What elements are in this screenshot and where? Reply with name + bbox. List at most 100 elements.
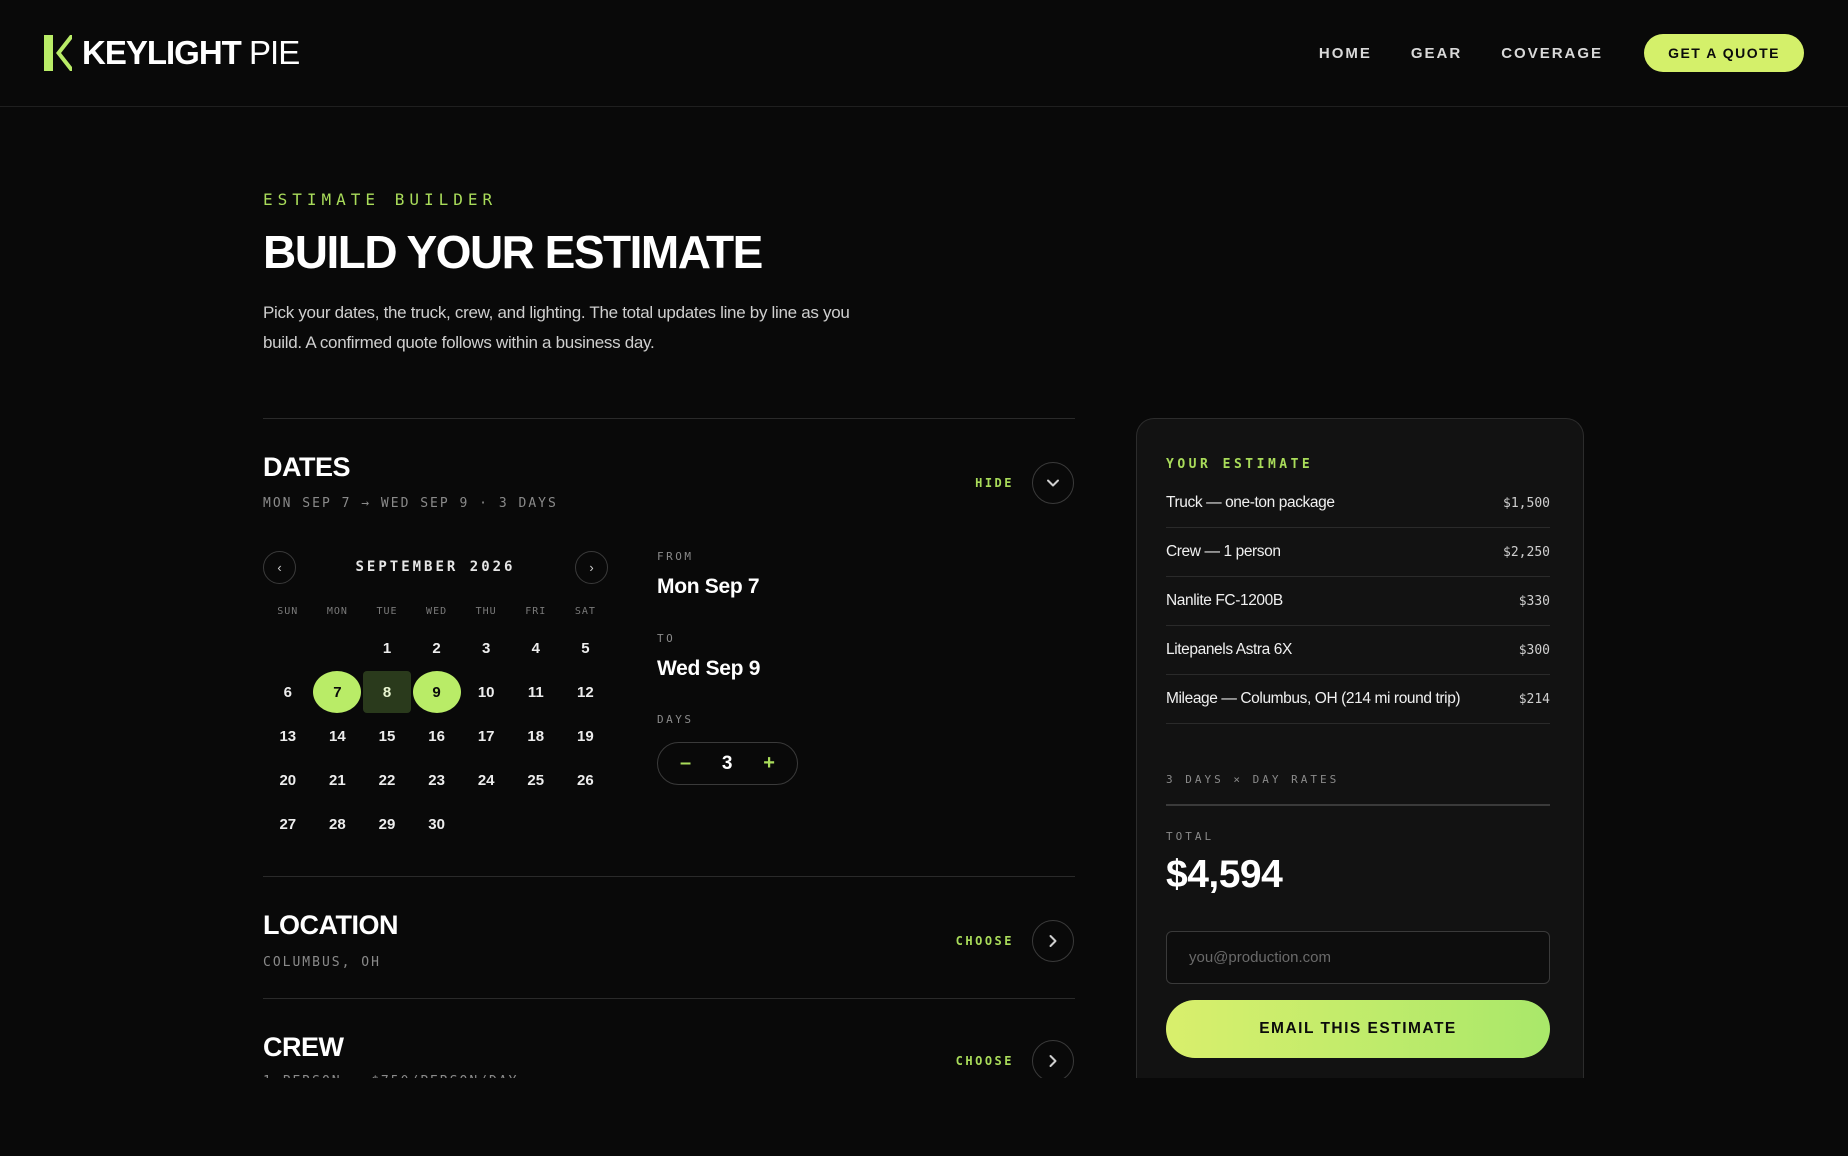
calendar-day-12[interactable]: 12 — [561, 671, 611, 713]
section-divider — [263, 418, 1075, 419]
calendar-day-17[interactable]: 17 — [461, 715, 511, 757]
calendar-day-number: 6 — [283, 683, 292, 701]
intro-text: Pick your dates, the truck, crew, and li… — [263, 303, 850, 352]
calendar-day-27[interactable]: 27 — [263, 803, 313, 845]
total-label: TOTAL — [1166, 830, 1215, 843]
days-stepper: – 3 + — [657, 742, 798, 785]
calendar-day-number: 8 — [362, 671, 411, 713]
calendar-day-15[interactable]: 15 — [362, 715, 412, 757]
calendar-day-2[interactable]: 2 — [412, 627, 462, 669]
calendar-day-number: 22 — [378, 771, 396, 789]
email-estimate-button[interactable]: EMAIL THIS ESTIMATE — [1166, 1000, 1550, 1058]
calendar-day-10[interactable]: 10 — [461, 671, 511, 713]
calendar-day-4[interactable]: 4 — [511, 627, 561, 669]
calendar-day-11[interactable]: 11 — [511, 671, 561, 713]
site-header: KEYLIGHT PIE HOME GEAR COVERAGE GET A QU… — [0, 0, 1848, 107]
nav-gear[interactable]: GEAR — [1411, 45, 1462, 62]
collapse-button[interactable] — [1032, 462, 1074, 504]
calendar-day-6[interactable]: 6 — [263, 671, 313, 713]
calendar-day-number: 2 — [432, 639, 441, 657]
calendar-day-25[interactable]: 25 — [511, 759, 561, 801]
calendar-day-24[interactable]: 24 — [461, 759, 511, 801]
viewport-bottom — [0, 1078, 1848, 1156]
chevron-down-icon — [1047, 479, 1059, 487]
weekday-label: SUN — [277, 606, 299, 617]
calendar-day-14[interactable]: 14 — [313, 715, 363, 757]
section-divider — [263, 876, 1075, 877]
weekday-label: MON — [326, 606, 348, 617]
next-month-button[interactable]: › — [574, 550, 608, 584]
calendar-day-number: 27 — [279, 815, 297, 833]
estimate-lines: Truck — one-ton package $1,500 Crew — 1 pe… — [1166, 479, 1550, 724]
weekday-label: THU — [475, 606, 497, 617]
increment-button[interactable]: + — [763, 752, 775, 775]
to-value: Wed Sep 9 — [657, 657, 761, 680]
calendar-day-1[interactable]: 1 — [362, 627, 412, 669]
chevron-right-icon — [1049, 1055, 1057, 1067]
brand-name-bold: KEYLIGHT — [82, 34, 242, 71]
page-title: BUILD YOUR ESTIMATE — [263, 226, 763, 278]
estimate-line: Mileage — Columbus, OH (214 mi round tri… — [1166, 675, 1550, 724]
calendar-day-20[interactable]: 20 — [263, 759, 313, 801]
calendar-day-23[interactable]: 23 — [412, 759, 462, 801]
to-block: TO Wed Sep 9 — [657, 632, 760, 681]
calendar-day-13[interactable]: 13 — [263, 715, 313, 757]
calendar-day-3[interactable]: 3 — [461, 627, 511, 669]
prev-month-button[interactable]: ‹ — [263, 550, 296, 584]
calendar-day-number: 19 — [577, 727, 594, 745]
calendar-day-number: 9 — [412, 671, 461, 713]
calendar-day-number: 26 — [577, 771, 594, 789]
line-item-price: $330 — [1518, 593, 1550, 609]
calendar-day-28[interactable]: 28 — [313, 803, 363, 845]
line-item-name: Litepanels Astra 6X — [1166, 641, 1292, 658]
nav-coverage[interactable]: COVERAGE — [1501, 45, 1603, 62]
expand-button[interactable] — [1032, 1040, 1074, 1082]
line-item-name: Nanlite FC-1200B — [1166, 592, 1283, 609]
email-input[interactable] — [1166, 931, 1550, 984]
calendar-day-number: 29 — [378, 815, 396, 833]
calendar-day-26[interactable]: 26 — [561, 759, 611, 801]
location-title: LOCATION — [263, 910, 398, 940]
dates-summary: MON SEP 7 → WED SEP 9 · 3 DAYS — [263, 496, 558, 511]
calendar-day-21[interactable]: 21 — [313, 759, 363, 801]
days-label: DAYS — [657, 713, 694, 726]
rates-note: 3 DAYS × DAY RATES — [1166, 773, 1340, 786]
calendar-day-number: 5 — [581, 639, 590, 657]
decrement-button[interactable]: – — [680, 752, 691, 775]
crew-choose[interactable]: CHOOSE — [956, 1040, 1074, 1082]
dates-toggle[interactable]: HIDE — [975, 462, 1074, 504]
eyebrow: ESTIMATE BUILDER — [263, 190, 498, 209]
hide-label: HIDE — [975, 476, 1014, 490]
calendar-day-number: 4 — [531, 639, 540, 657]
calendar-day-9[interactable]: 9 — [412, 671, 462, 713]
nav-home[interactable]: HOME — [1319, 45, 1372, 62]
calendar-day-19[interactable]: 19 — [561, 715, 611, 757]
weekday-label: FRI — [525, 606, 547, 617]
calendar-day-number: 17 — [477, 727, 495, 745]
calendar-day-29[interactable]: 29 — [362, 803, 412, 845]
calendar-day-18[interactable]: 18 — [511, 715, 561, 757]
calendar: ‹ SEPTEMBER 2026 › SUN MON TUE WED THU FRI SAT… — [263, 550, 608, 845]
calendar-header: ‹ SEPTEMBER 2026 › — [263, 550, 608, 584]
weekday-label: SAT — [574, 606, 596, 617]
calendar-day-22[interactable]: 22 — [362, 759, 412, 801]
total-value: $4,594 — [1166, 853, 1283, 896]
to-label: TO — [657, 632, 676, 645]
location-choose[interactable]: CHOOSE — [956, 920, 1074, 962]
estimate-card: YOUR ESTIMATE Truck — one-ton package $1,… — [1136, 418, 1584, 1118]
expand-button[interactable] — [1032, 920, 1074, 962]
calendar-day-7[interactable]: 7 — [313, 671, 363, 713]
location-summary: COLUMBUS, OH — [263, 955, 381, 970]
calendar-day-8[interactable]: 8 — [362, 671, 412, 713]
calendar-day-30[interactable]: 30 — [412, 803, 462, 845]
get-a-quote-button[interactable]: GET A QUOTE — [1644, 34, 1804, 72]
days-block: DAYS — [657, 713, 694, 726]
line-item-price: $2,250 — [1503, 544, 1550, 560]
calendar-day-number: 23 — [428, 771, 445, 789]
calendar-day-16[interactable]: 16 — [412, 715, 462, 757]
calendar-month: SEPTEMBER 2026 — [355, 559, 516, 575]
estimate-line: Litepanels Astra 6X $300 — [1166, 626, 1550, 675]
logo[interactable]: KEYLIGHT PIE — [44, 34, 300, 72]
calendar-day-5[interactable]: 5 — [561, 627, 611, 669]
choose-label: CHOOSE — [955, 1054, 1014, 1068]
